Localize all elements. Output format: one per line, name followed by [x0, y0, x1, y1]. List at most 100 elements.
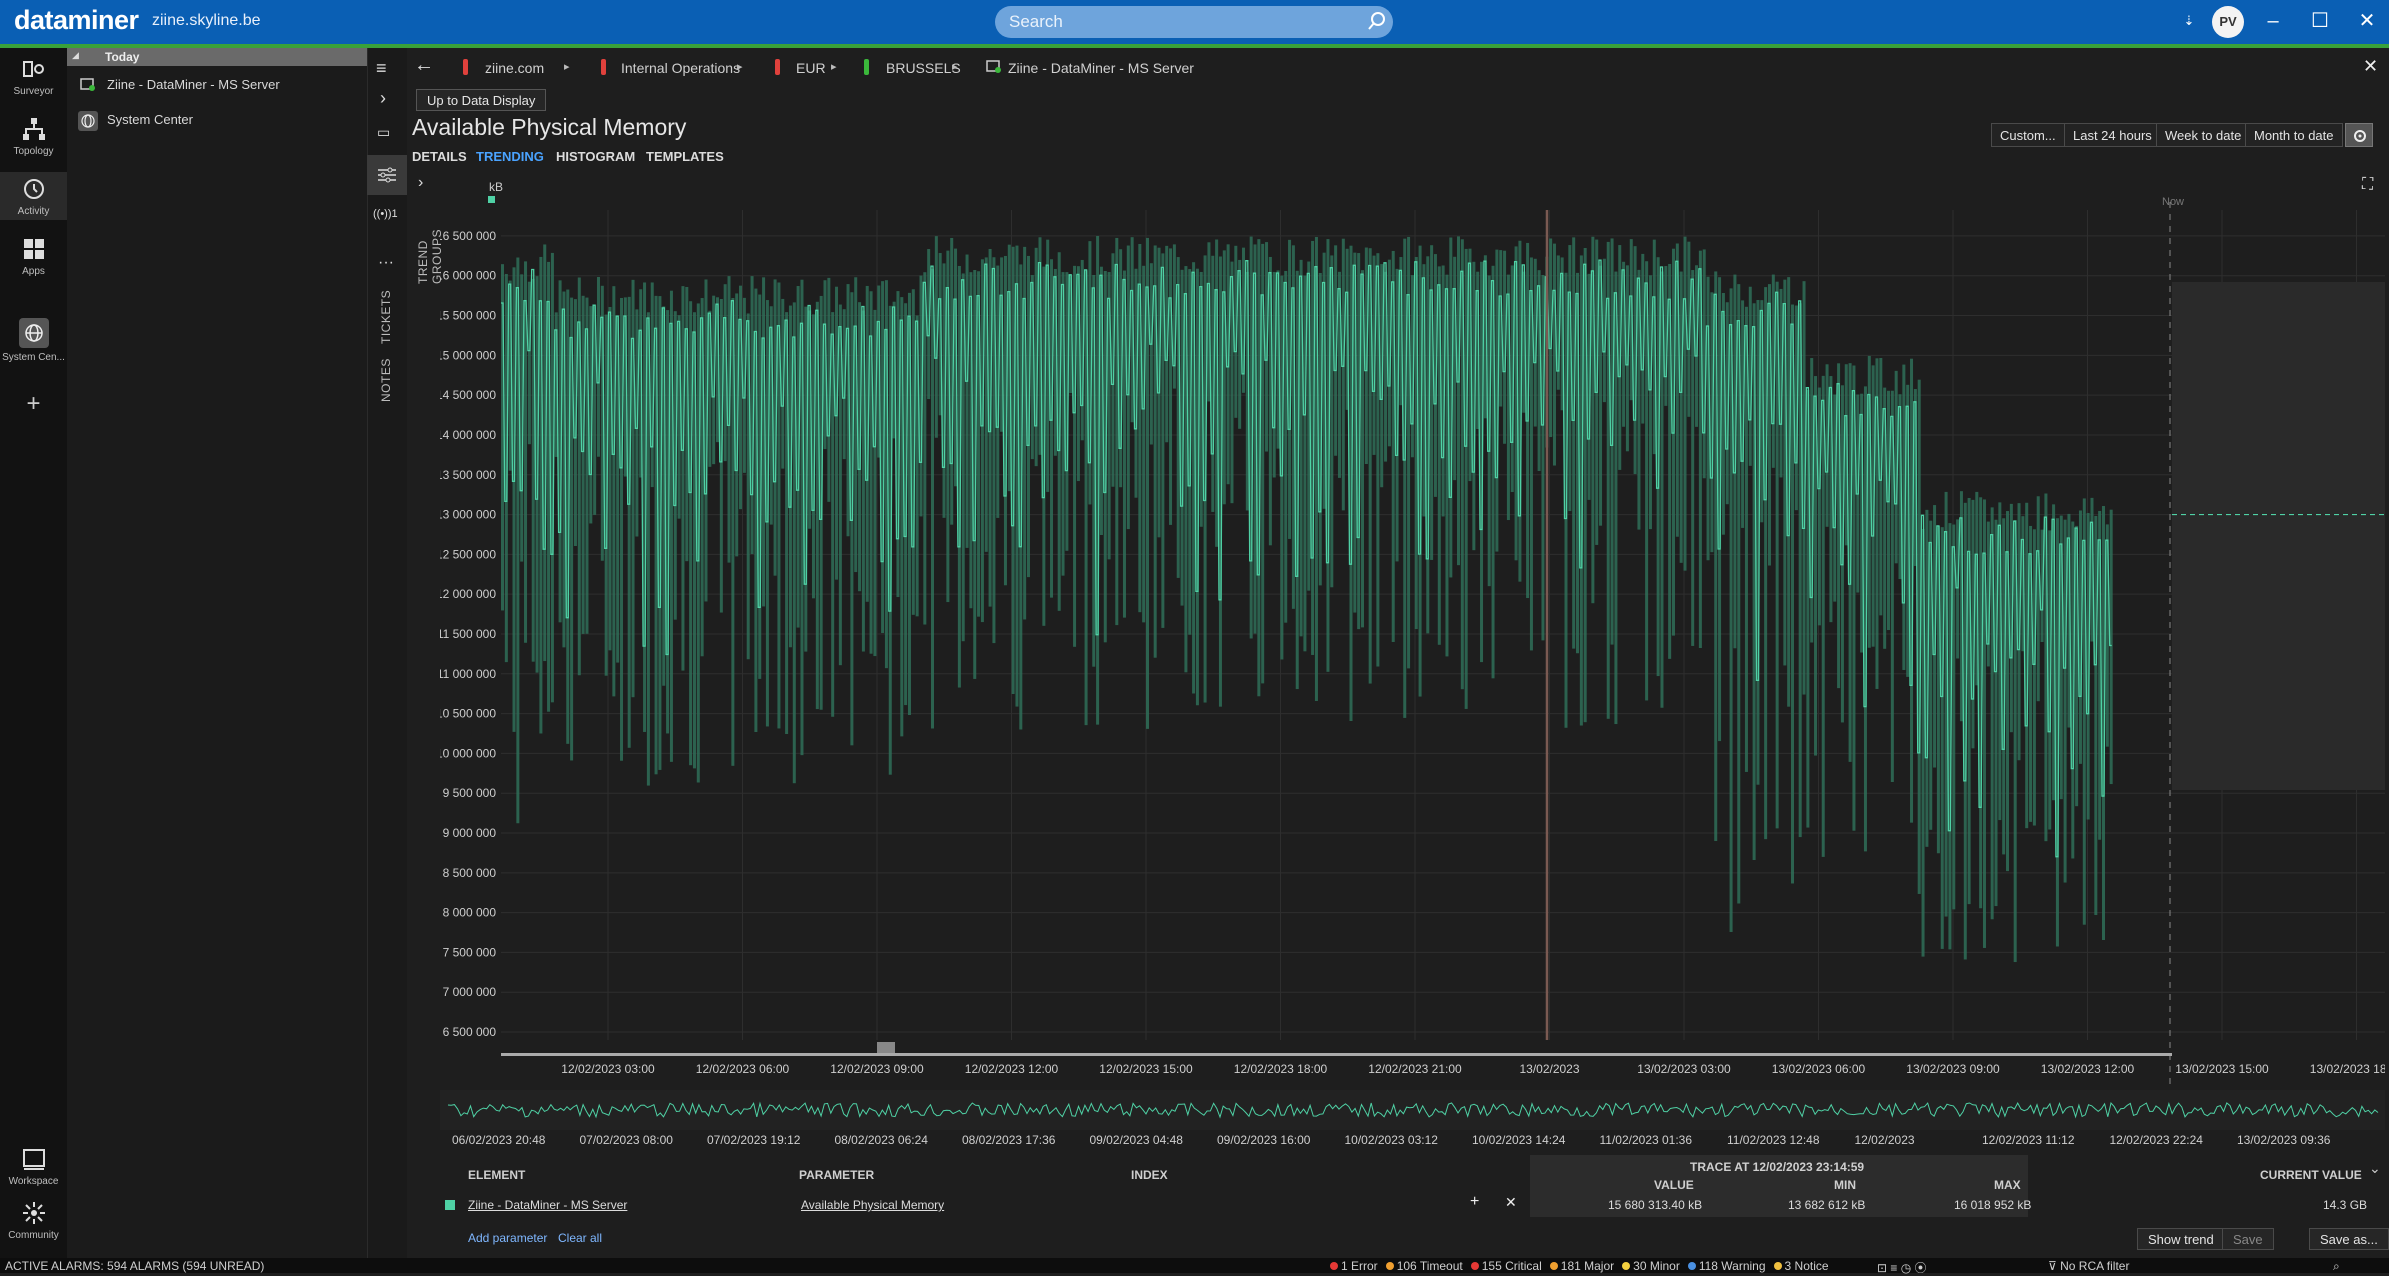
overview-strip[interactable]	[440, 1090, 2385, 1130]
rail-item-topology[interactable]: Topology	[0, 116, 67, 157]
active-alarms-text[interactable]: ACTIVE ALARMS: 594 ALARMS (594 UNREAD)	[5, 1259, 264, 1273]
close-window-icon[interactable]: ✕	[2354, 8, 2380, 34]
parameter-table	[437, 1155, 2387, 1250]
workspace-icon	[22, 1149, 45, 1170]
side-strip	[367, 48, 407, 1273]
add-icon[interactable]: +	[0, 390, 67, 418]
last-24-hours-button[interactable]: Last 24 hours	[2064, 123, 2161, 147]
tab-details[interactable]: DETAILS	[412, 149, 467, 164]
clear-all-link[interactable]: Clear all	[558, 1231, 602, 1245]
search-icon[interactable]: ⌕	[2333, 1259, 2340, 1274]
chevron-right-icon[interactable]: ›	[380, 88, 386, 109]
tickets-tab[interactable]: TICKETS	[379, 290, 393, 344]
scrollbar-track[interactable]	[501, 1053, 2172, 1056]
search-input[interactable]: Search	[995, 6, 1393, 38]
alarm-counter-1[interactable]: 106 Timeout	[1385, 1259, 1463, 1273]
envelope-bar	[681, 286, 685, 671]
y-tick-label: 12 000 000	[440, 587, 496, 601]
add-parameter-link[interactable]: Add parameter	[468, 1231, 547, 1245]
envelope-bar	[931, 269, 935, 729]
week-to-date-button[interactable]: Week to date	[2156, 123, 2251, 147]
overview-tick-label: 10/02/2023 14:24	[1472, 1133, 1566, 1147]
community-icon	[22, 1202, 45, 1224]
overview-tick-label: 07/02/2023 19:12	[707, 1133, 801, 1147]
scroll-handle[interactable]	[877, 1042, 895, 1053]
breadcrumb-item-element[interactable]: Ziine - DataMiner - MS Server	[1008, 60, 1194, 76]
maximize-icon[interactable]: ☐	[2307, 8, 2333, 34]
group-header-today[interactable]: Today	[67, 48, 367, 66]
save-button[interactable]: Save	[2222, 1228, 2274, 1250]
remove-icon[interactable]: ✕	[1505, 1194, 1517, 1211]
custom-range-button[interactable]: Custom...	[1991, 123, 2065, 147]
hamburger-icon[interactable]: ≡	[376, 58, 387, 79]
chevron-down-icon[interactable]: ⌄	[2369, 1160, 2381, 1177]
row-parameter-link[interactable]: Available Physical Memory	[801, 1198, 944, 1212]
current-value: 14.3 GB	[2323, 1198, 2368, 1212]
expand-trend-groups-icon[interactable]: ›	[418, 174, 423, 192]
tab-trending[interactable]: TRENDING	[476, 149, 544, 164]
rail-label: System Cen...	[2, 352, 65, 363]
alarm-counters: 1 Error 106 Timeout 155 Critical 181 Major 3…	[1330, 1259, 1837, 1273]
minimize-icon[interactable]: –	[2260, 8, 2286, 34]
menu-chevron-icon[interactable]: ⇣	[2176, 8, 2202, 34]
x-tick-label: 12/02/2023 21:00	[1368, 1062, 1462, 1076]
breadcrumb-item-eur[interactable]: EUR	[796, 60, 826, 76]
tab-templates[interactable]: TEMPLATES	[646, 149, 724, 164]
breadcrumb-item-internal-operations[interactable]: Internal Operations	[621, 60, 740, 76]
save-as-button[interactable]: Save as...	[2309, 1228, 2389, 1250]
series-color-swatch[interactable]	[445, 1200, 455, 1210]
recent-item-element[interactable]: Ziine - DataMiner - MS Server	[67, 68, 367, 102]
alarm-counter-3[interactable]: 181 Major	[1549, 1259, 1614, 1273]
alarm-counter-4[interactable]: 30 Minor	[1622, 1259, 1680, 1273]
add-icon[interactable]: +	[1470, 1193, 1479, 1211]
alarm-counter-2[interactable]: 155 Critical	[1470, 1259, 1542, 1273]
rail-item-apps[interactable]: Apps	[0, 236, 67, 277]
alarm-counter-5[interactable]: 118 Warning	[1687, 1259, 1766, 1273]
alarm-counter-6[interactable]: 3 Notice	[1773, 1259, 1829, 1273]
alarm-counter-0[interactable]: 1 Error	[1330, 1259, 1378, 1273]
rca-filter[interactable]: ⊽ No RCA filter	[2048, 1259, 2129, 1273]
overview-tick-label: 08/02/2023 17:36	[962, 1133, 1056, 1147]
alarm-counter-label: 1 Error	[1341, 1259, 1378, 1273]
rail-item-community[interactable]: Community	[0, 1200, 67, 1241]
envelope-bar	[1552, 243, 1556, 466]
rail-item-workspace[interactable]: Workspace	[0, 1146, 67, 1187]
rail-item-surveyor[interactable]: Surveyor	[0, 56, 67, 97]
tab-histogram[interactable]: HISTOGRAM	[556, 149, 635, 164]
breadcrumb-separator-icon: ▸	[831, 61, 837, 73]
globe-icon	[18, 318, 49, 348]
month-to-date-button[interactable]: Month to date	[2245, 123, 2343, 147]
notes-tab[interactable]: NOTES	[379, 352, 393, 402]
rail-item-system-center[interactable]: System Cen...	[0, 318, 67, 363]
envelope-bar	[581, 295, 585, 634]
envelope-bar	[1679, 271, 1683, 563]
recent-item-system-center[interactable]: System Center	[67, 103, 367, 137]
up-to-data-display-button[interactable]: Up to Data Display	[416, 89, 547, 111]
chat-icon[interactable]: ▭	[377, 124, 390, 141]
y-tick-label: 7 000 000	[443, 985, 497, 999]
back-arrow-icon[interactable]: ←	[414, 54, 434, 77]
sliders-icon	[378, 167, 396, 183]
row-element-link[interactable]: Ziine - DataMiner - MS Server	[468, 1198, 627, 1212]
filter-settings-button[interactable]	[367, 155, 407, 195]
more-options-button[interactable]	[2345, 123, 2373, 147]
close-card-icon[interactable]: ✕	[2363, 56, 2378, 77]
breadcrumb-item-brussels[interactable]: BRUSSELS	[886, 60, 961, 76]
alarm-counter-label: 3 Notice	[1784, 1259, 1829, 1273]
more-icon[interactable]: ···	[378, 254, 394, 272]
show-trend-button[interactable]: Show trend	[2137, 1228, 2225, 1250]
envelope-bar	[2063, 519, 2067, 883]
status-toolbar-icons[interactable]: ⊡ ≡ ◷ ⦿	[1877, 1259, 1927, 1276]
rail-item-activity[interactable]: Activity	[0, 176, 67, 217]
severity-dot	[1687, 1262, 1696, 1270]
x-tick-label: 13/02/2023 12:00	[2041, 1062, 2135, 1076]
trend-chart[interactable]: 16 500 000 16 000 000 15 500 000 15 000 000…	[440, 180, 2385, 1130]
collapse-triangle-icon[interactable]: ◢	[72, 50, 79, 61]
overview-tick-label: 12/02/2023 22:24	[2109, 1133, 2203, 1147]
breadcrumb-item-ziine[interactable]: ziine.com	[485, 60, 544, 76]
element-icon	[80, 78, 95, 91]
search-icon[interactable]	[1366, 10, 1388, 32]
avatar[interactable]: PV	[2212, 6, 2244, 38]
envelope-bar	[627, 296, 631, 748]
broadcast-count[interactable]: ((•))1	[373, 208, 398, 220]
